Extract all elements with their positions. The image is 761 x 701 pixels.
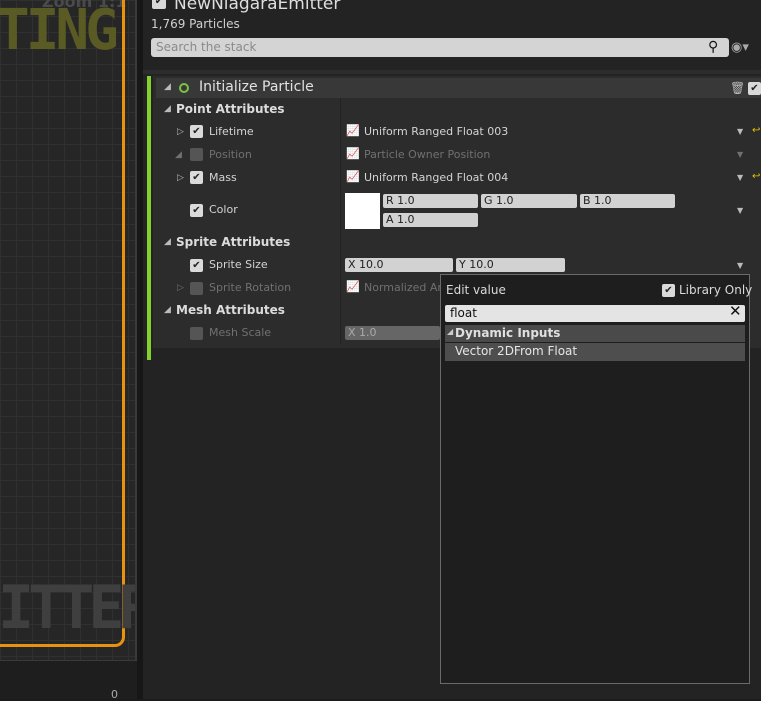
section-point-attributes[interactable]: Point Attributes	[176, 102, 285, 116]
dynamic-input-icon: 📈	[346, 147, 360, 160]
module-group-color-bar	[147, 76, 151, 360]
collapse-triangle-icon[interactable]: ◢	[447, 327, 453, 336]
mesh-scale-x-field[interactable]: X 1.0	[345, 326, 440, 340]
chevron-down-icon[interactable]: ▼	[737, 150, 743, 159]
popup-search-value: float	[450, 306, 477, 320]
chevron-down-icon[interactable]: ▼	[737, 127, 743, 136]
position-checkbox[interactable]	[190, 148, 203, 161]
color-r-field[interactable]: R 1.0	[383, 194, 478, 208]
mesh-scale-label: Mesh Scale	[209, 326, 272, 339]
mass-label: Mass	[209, 171, 237, 184]
popup-title: Edit value	[446, 283, 506, 297]
collapse-triangle-icon[interactable]: ◢	[164, 104, 171, 114]
search-icon[interactable]: ⚲	[708, 39, 718, 55]
chevron-down-icon[interactable]: ▼	[737, 261, 743, 270]
eye-icon[interactable]: ◉▾	[731, 40, 749, 55]
stack-separator	[143, 70, 761, 74]
sprite-rotation-checkbox[interactable]	[190, 282, 203, 295]
color-g-field[interactable]: G 1.0	[481, 194, 577, 208]
graph-node-label-fragment: ITTER	[0, 573, 137, 643]
sprite-size-checkbox[interactable]: ✔	[190, 259, 203, 272]
lifetime-value[interactable]: Uniform Ranged Float 003	[364, 125, 508, 138]
mesh-scale-checkbox[interactable]	[190, 327, 203, 340]
chevron-down-icon[interactable]: ▼	[737, 206, 743, 215]
module-enabled-checkbox[interactable]: ✔	[748, 82, 761, 95]
expand-triangle-icon[interactable]: ▷	[177, 127, 184, 137]
chevron-down-icon[interactable]: ▼	[737, 173, 743, 182]
color-label: Color	[209, 203, 238, 216]
sprite-size-x-field[interactable]: X 10.0	[345, 258, 453, 272]
color-b-field[interactable]: B 1.0	[580, 194, 675, 208]
collapse-triangle-icon[interactable]: ◢	[164, 237, 171, 247]
column-divider[interactable]	[340, 98, 341, 344]
position-label: Position	[209, 148, 252, 161]
collapse-triangle-icon[interactable]: ◢	[164, 305, 171, 315]
expand-triangle-icon[interactable]: ▷	[177, 283, 184, 293]
library-only-label[interactable]: Library Only	[679, 283, 752, 297]
section-sprite-attributes[interactable]: Sprite Attributes	[176, 235, 290, 249]
reset-icon[interactable]: ↩	[752, 171, 760, 182]
lifetime-checkbox[interactable]: ✔	[190, 125, 203, 138]
collapse-triangle-icon[interactable]: ◢	[164, 82, 171, 92]
trash-icon[interactable]: 🗑	[730, 81, 745, 95]
sprite-size-label: Sprite Size	[209, 258, 268, 271]
sprite-rotation-value[interactable]: Normalized Ang	[364, 281, 451, 294]
category-label: Dynamic Inputs	[455, 326, 561, 340]
color-checkbox[interactable]: ✔	[190, 204, 203, 217]
dynamic-input-icon: 📈	[346, 280, 360, 293]
reset-icon[interactable]: ↩	[752, 125, 760, 136]
lifetime-label: Lifetime	[209, 125, 254, 138]
mass-checkbox[interactable]: ✔	[190, 171, 203, 184]
color-swatch[interactable]	[345, 193, 380, 229]
particle-count: 1,769 Particles	[151, 17, 240, 31]
emitter-node-outline[interactable]	[0, 0, 125, 647]
collapse-triangle-icon[interactable]: ◢	[175, 150, 182, 160]
popup-search-input[interactable]	[445, 305, 745, 322]
position-value[interactable]: Particle Owner Position	[364, 148, 490, 161]
module-title: Initialize Particle	[199, 79, 314, 95]
close-icon[interactable]: ✕	[729, 302, 742, 320]
emitter-enabled-checkbox[interactable]: ✔	[152, 0, 166, 9]
color-a-field[interactable]: A 1.0	[383, 213, 478, 227]
sprite-size-y-field[interactable]: Y 10.0	[456, 258, 565, 272]
module-status-icon	[179, 83, 189, 93]
dynamic-input-icon: 📈	[346, 124, 360, 137]
sprite-rotation-label: Sprite Rotation	[209, 281, 292, 294]
emitter-graph-canvas[interactable]: Zoom 1:1 TING ITTER	[0, 0, 137, 660]
graph-corner-value: 0	[111, 688, 118, 701]
dynamic-input-icon: 📈	[346, 170, 360, 183]
stack-search-placeholder: Search the stack	[156, 40, 257, 54]
list-item-label: Vector 2DFrom Float	[455, 344, 578, 358]
section-mesh-attributes[interactable]: Mesh Attributes	[176, 303, 285, 317]
emitter-title: NewNiagaraEmitter	[174, 0, 341, 14]
library-only-checkbox[interactable]: ✔	[662, 284, 675, 297]
mass-value[interactable]: Uniform Ranged Float 004	[364, 171, 508, 184]
expand-triangle-icon[interactable]: ▷	[177, 173, 184, 183]
